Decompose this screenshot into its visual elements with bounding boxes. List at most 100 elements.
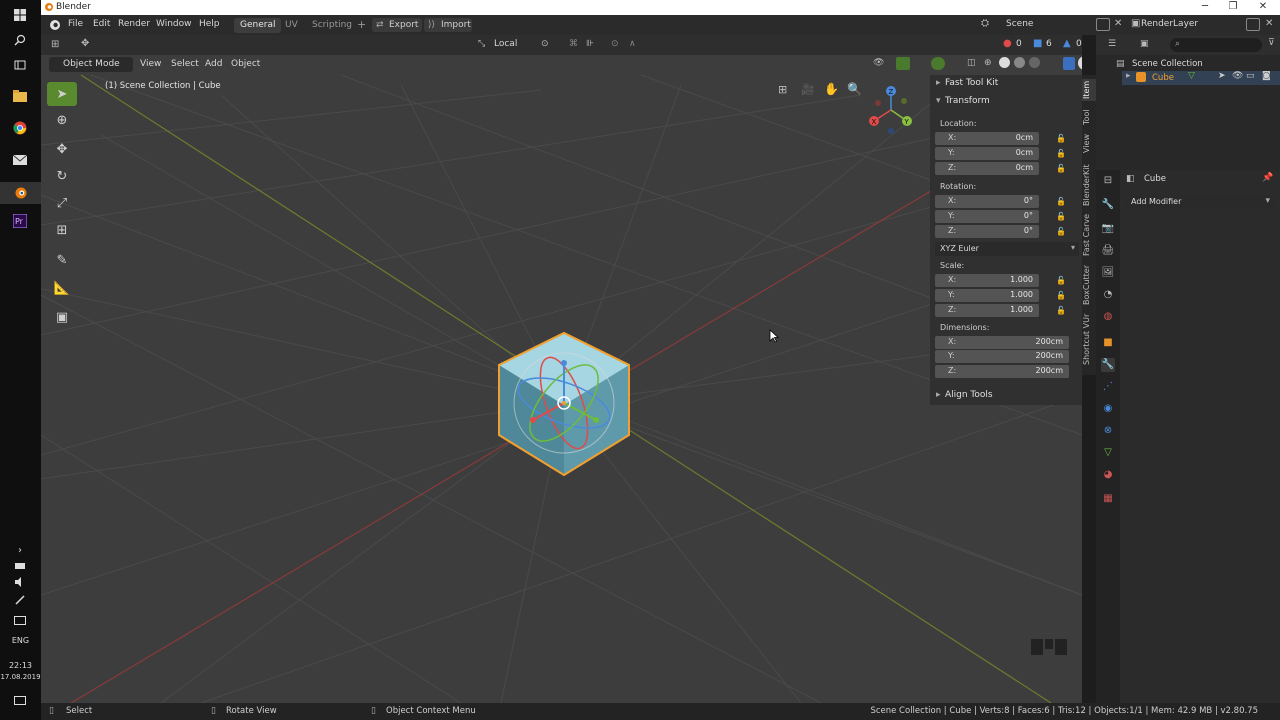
outliner-search-input[interactable]: ⌕ [1170,38,1262,52]
menu-select[interactable]: Select [171,59,199,69]
menu-edit[interactable]: Edit [93,19,110,29]
wireframe-shading-icon[interactable]: ⊕ [984,58,992,68]
world-tab-icon[interactable]: ◍ [1101,310,1115,324]
search-icon[interactable] [11,31,29,49]
tab-item[interactable]: Item [1082,79,1096,101]
transform-chevron-icon[interactable]: ▾ [936,96,941,106]
clock-date[interactable]: 17.08.2019 [0,673,41,681]
location-z-field[interactable]: Z: 0cm [935,162,1039,175]
camera-view-icon[interactable]: 🎥 [801,83,815,96]
tab-uv[interactable]: UV [279,18,304,33]
particles-tab-icon[interactable]: ⋰ [1101,380,1115,394]
menu-view[interactable]: View [140,59,161,69]
new-view-layer-icon[interactable] [1246,18,1260,31]
modifier-tab-icon[interactable]: 🔧 [1101,358,1115,372]
lock-icon[interactable]: 🔓 [1056,212,1066,221]
proportional-edit-icon[interactable]: ⊙ [611,39,619,49]
pin-icon[interactable]: 📌 [1262,173,1273,183]
measure-tool-icon[interactable]: 📐 [47,276,77,300]
outliner-editor-type-icon[interactable]: ☰ [1108,39,1116,49]
zoom-view-icon[interactable]: 🔍 [847,82,862,96]
expand-chevron-icon[interactable]: ▸ [1126,71,1131,81]
task-view-icon[interactable] [11,56,29,74]
tab-tool[interactable]: Tool [1082,107,1096,127]
rotate-tool-icon[interactable]: ↻ [47,164,77,188]
navigation-gizmo[interactable]: Z Y X [866,85,916,135]
properties-editor-type-icon[interactable]: ⊟ [1101,174,1115,188]
scale-x-field[interactable]: X: 1.000 [935,274,1039,287]
rendered-shading-icon[interactable] [1029,57,1040,68]
minimize-button[interactable]: ─ [1190,0,1220,15]
pivot-point-icon[interactable]: ⊙ [541,39,549,49]
editor-type-icon[interactable]: ⊞ [51,39,59,50]
chrome-icon[interactable] [11,119,29,137]
tab-boxcutter[interactable]: BoxCutter [1082,263,1096,307]
annotate-tool-icon[interactable]: ✎ [47,248,77,272]
pen-icon[interactable] [11,591,29,609]
transform-pivot-icon[interactable]: ✥ [81,38,89,49]
physics-tab-icon[interactable]: ◉ [1101,402,1115,416]
xray-icon[interactable]: ◫ [967,58,976,68]
move-tool-icon[interactable]: ✥ [47,137,77,161]
3d-viewport[interactable]: ⊞ ✥ ⤡ Local ⊙ ⌘ ⊪ ⊙ ∧ ● 0 ■ 6 ▲ 0 Object… [41,35,1082,703]
tab-shortcut-vur[interactable]: Shortcut VUr [1082,313,1096,365]
lock-icon[interactable]: 🔓 [1056,227,1066,236]
add-cube-tool-icon[interactable]: ▣ [47,305,77,329]
dimensions-x-field[interactable]: X: 200cm [935,336,1069,349]
cursor-tool-icon[interactable]: ⊕ [47,108,77,132]
menu-render[interactable]: Render [118,19,150,29]
snap-target-icon[interactable]: ⊪ [586,39,594,49]
falloff-icon[interactable]: ∧ [629,39,636,49]
scale-z-field[interactable]: Z: 1.000 [935,304,1039,317]
outliner-scene-collection[interactable]: Scene Collection [1132,59,1203,69]
overlay-toggle-icon[interactable] [931,57,945,70]
dimensions-y-field[interactable]: Y: 200cm [935,350,1069,363]
lock-icon[interactable]: 🔓 [1056,149,1066,158]
align-tools-header[interactable]: Align Tools [945,390,993,400]
tab-fast-carve[interactable]: Fast Carve [1082,213,1096,257]
tool-tab-icon[interactable]: 🔧 [1101,198,1115,212]
select-box-tool-icon[interactable]: ➤ [47,82,77,106]
viewport-display-icon[interactable]: ▭ [1246,71,1255,81]
texture-tab-icon[interactable]: ▦ [1101,492,1115,506]
mesh-data-tab-icon[interactable]: ▽ [1101,446,1115,460]
lock-icon[interactable]: 🔓 [1056,197,1066,206]
outliner-row-cube[interactable]: ▸ Cube ▽ ➤ 👁 ▭ ◙ [1122,71,1280,85]
orientation-selector[interactable]: Local [494,39,517,49]
align-tools-chevron-icon[interactable]: ▸ [936,390,941,400]
dimensions-z-field[interactable]: Z: 200cm [935,365,1069,378]
premiere-icon[interactable]: Pr [11,212,29,230]
blender-menu-icon[interactable] [49,19,61,31]
lock-icon[interactable]: 🔓 [1056,164,1066,173]
add-workspace-button[interactable]: + [351,17,372,32]
notifications-icon[interactable] [11,692,29,710]
add-modifier-dropdown[interactable]: Add Modifier ▾ [1126,195,1274,209]
rotation-z-field[interactable]: Z: 0° [935,225,1039,238]
location-x-field[interactable]: X: 0cm [935,132,1039,145]
object-mode-selector[interactable]: Object Mode [49,57,133,72]
view-layer-tab-icon[interactable]: 🖼 [1101,266,1115,280]
perspective-toggle-icon[interactable]: ⊞ [778,83,787,96]
view-layer-selector[interactable]: RenderLayer [1141,19,1198,29]
scene-selector[interactable]: Scene [1006,19,1033,29]
transform-header[interactable]: Transform [945,96,990,106]
solid-shading-icon[interactable] [999,57,1010,68]
fast-tool-kit-chevron-icon[interactable]: ▸ [936,78,941,88]
clock-time[interactable]: 22:13 [0,661,41,670]
language-indicator[interactable]: ENG [0,636,41,645]
keyboard-icon[interactable] [11,611,29,629]
lock-icon[interactable]: 🔓 [1056,276,1066,285]
output-tab-icon[interactable]: 🖨 [1101,244,1115,258]
lock-icon[interactable]: 🔓 [1056,306,1066,315]
menu-help[interactable]: Help [199,19,220,29]
constraints-tab-icon[interactable]: ⊗ [1101,424,1115,438]
import-button[interactable]: ⟩⟩ Import [424,18,472,32]
transform-tool-icon[interactable]: ⊞ [47,218,77,242]
scale-tool-icon[interactable]: ⤢ [47,191,77,215]
delete-view-layer-icon[interactable]: ✕ [1265,18,1273,29]
mail-icon[interactable] [11,151,29,169]
gizmo-toggle-icon[interactable] [896,57,910,70]
object-tab-icon[interactable]: ■ [1101,336,1115,350]
new-scene-icon[interactable] [1096,18,1110,31]
filter-icon[interactable]: ⊽ [1268,38,1275,48]
